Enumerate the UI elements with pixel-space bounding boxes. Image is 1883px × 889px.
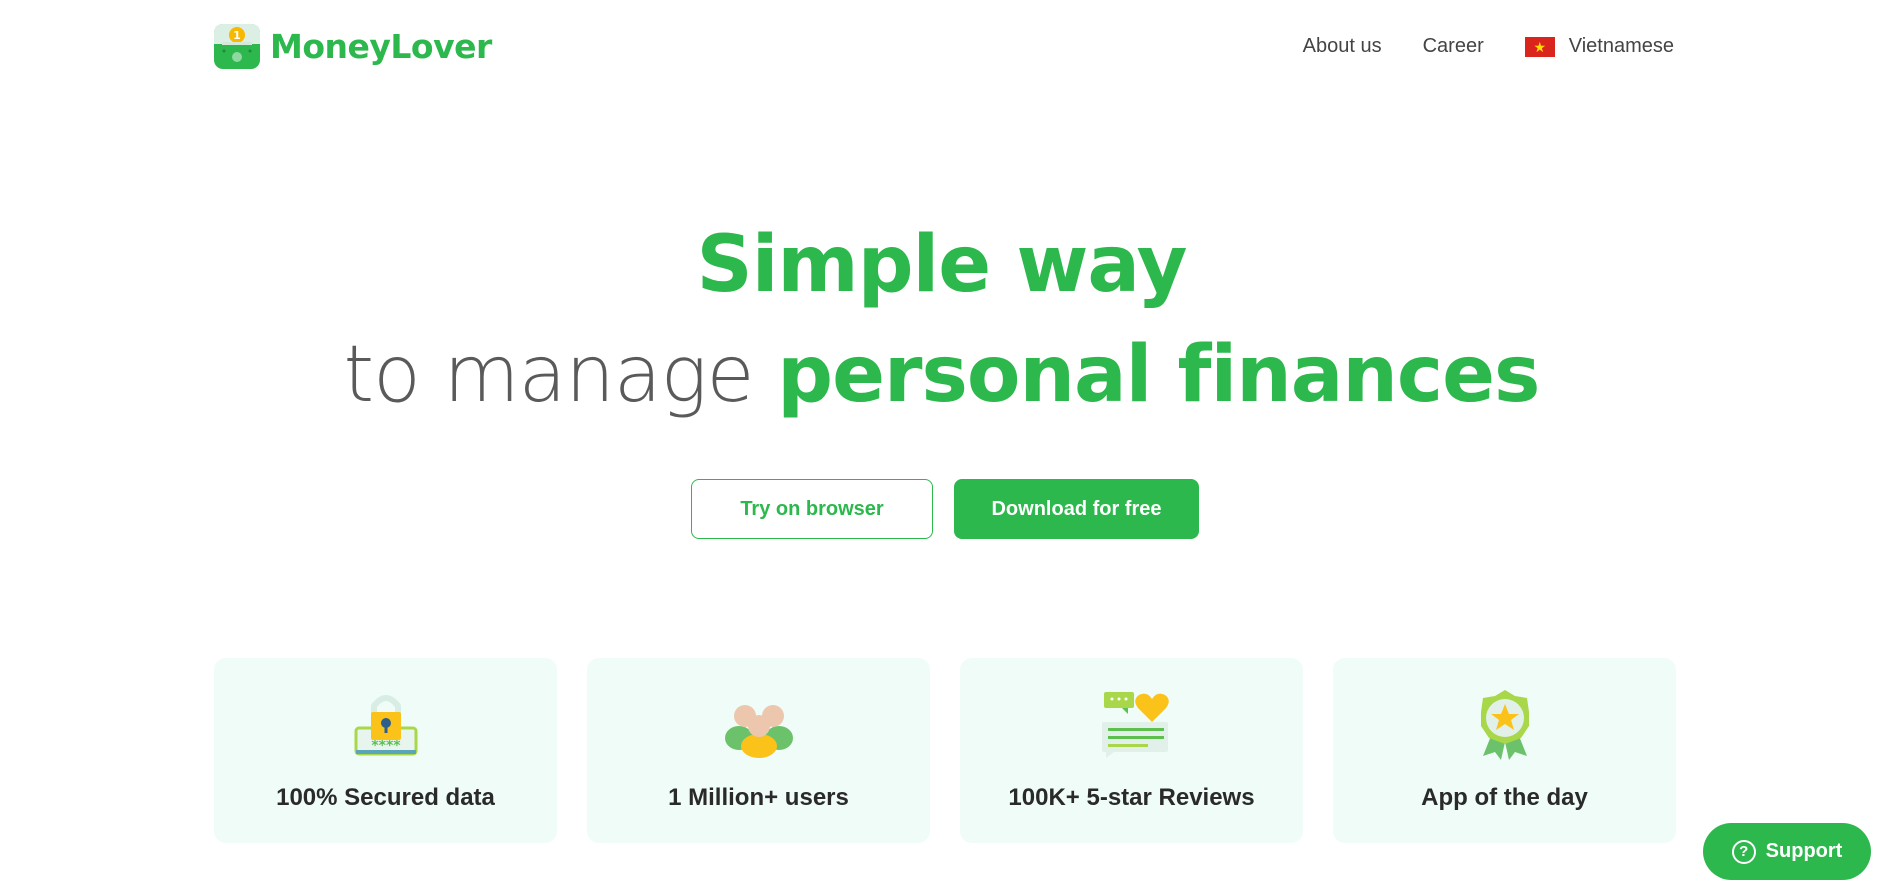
support-button[interactable]: ? Support: [1703, 823, 1871, 880]
feature-card-users: 1 Million+ users: [587, 658, 930, 843]
reviews-heart-icon: [1101, 692, 1169, 758]
feature-label: 1 Million+ users: [668, 784, 849, 811]
nav-career[interactable]: Career: [1423, 35, 1484, 58]
hero: Simple way to manage personal finances: [0, 210, 1883, 430]
vietnam-flag-icon: ★: [1524, 36, 1555, 57]
feature-label: 100% Secured data: [276, 784, 495, 811]
hero-title-line1: Simple way: [696, 220, 1188, 310]
users-group-icon: [724, 705, 793, 758]
try-on-browser-button[interactable]: Try on browser: [691, 479, 933, 539]
question-circle-icon: ?: [1731, 839, 1756, 864]
feature-card-secured: **** 100% Secured data: [214, 658, 557, 843]
cta-group: Try on browser Download for free: [691, 479, 1199, 539]
site-header: 1 MoneyLover About us Career ★ Vietnames…: [0, 0, 1883, 100]
download-for-free-button[interactable]: Download for free: [954, 479, 1199, 539]
hero-subtitle-bold: personal finances: [777, 330, 1540, 420]
hero-subtitle-light: to manage: [343, 330, 755, 420]
language-label: Vietnamese: [1568, 35, 1674, 57]
feature-cards: **** 100% Secured data 1 Million+ users: [214, 658, 1676, 843]
svg-text:1: 1: [233, 29, 241, 42]
wallet-coin-logo-icon: 1: [214, 24, 260, 69]
padlock-password-icon: ****: [354, 695, 417, 756]
support-label: Support: [1765, 840, 1843, 862]
feature-card-reviews: 100K+ 5-star Reviews: [960, 658, 1303, 843]
brand-name: MoneyLover: [270, 27, 492, 66]
svg-text:****: ****: [371, 738, 401, 754]
feature-card-app-of-day: App of the day: [1333, 658, 1676, 843]
top-nav: About us Career ★ Vietnamese: [1303, 35, 1674, 58]
award-badge-icon: [1480, 690, 1529, 760]
language-selector[interactable]: ★ Vietnamese: [1524, 35, 1674, 58]
feature-label: App of the day: [1421, 784, 1588, 811]
hero-title-line2: to manage personal finances: [0, 320, 1883, 430]
feature-label: 100K+ 5-star Reviews: [1008, 784, 1255, 811]
nav-about-us[interactable]: About us: [1303, 35, 1382, 58]
logo[interactable]: 1 MoneyLover: [214, 24, 492, 69]
